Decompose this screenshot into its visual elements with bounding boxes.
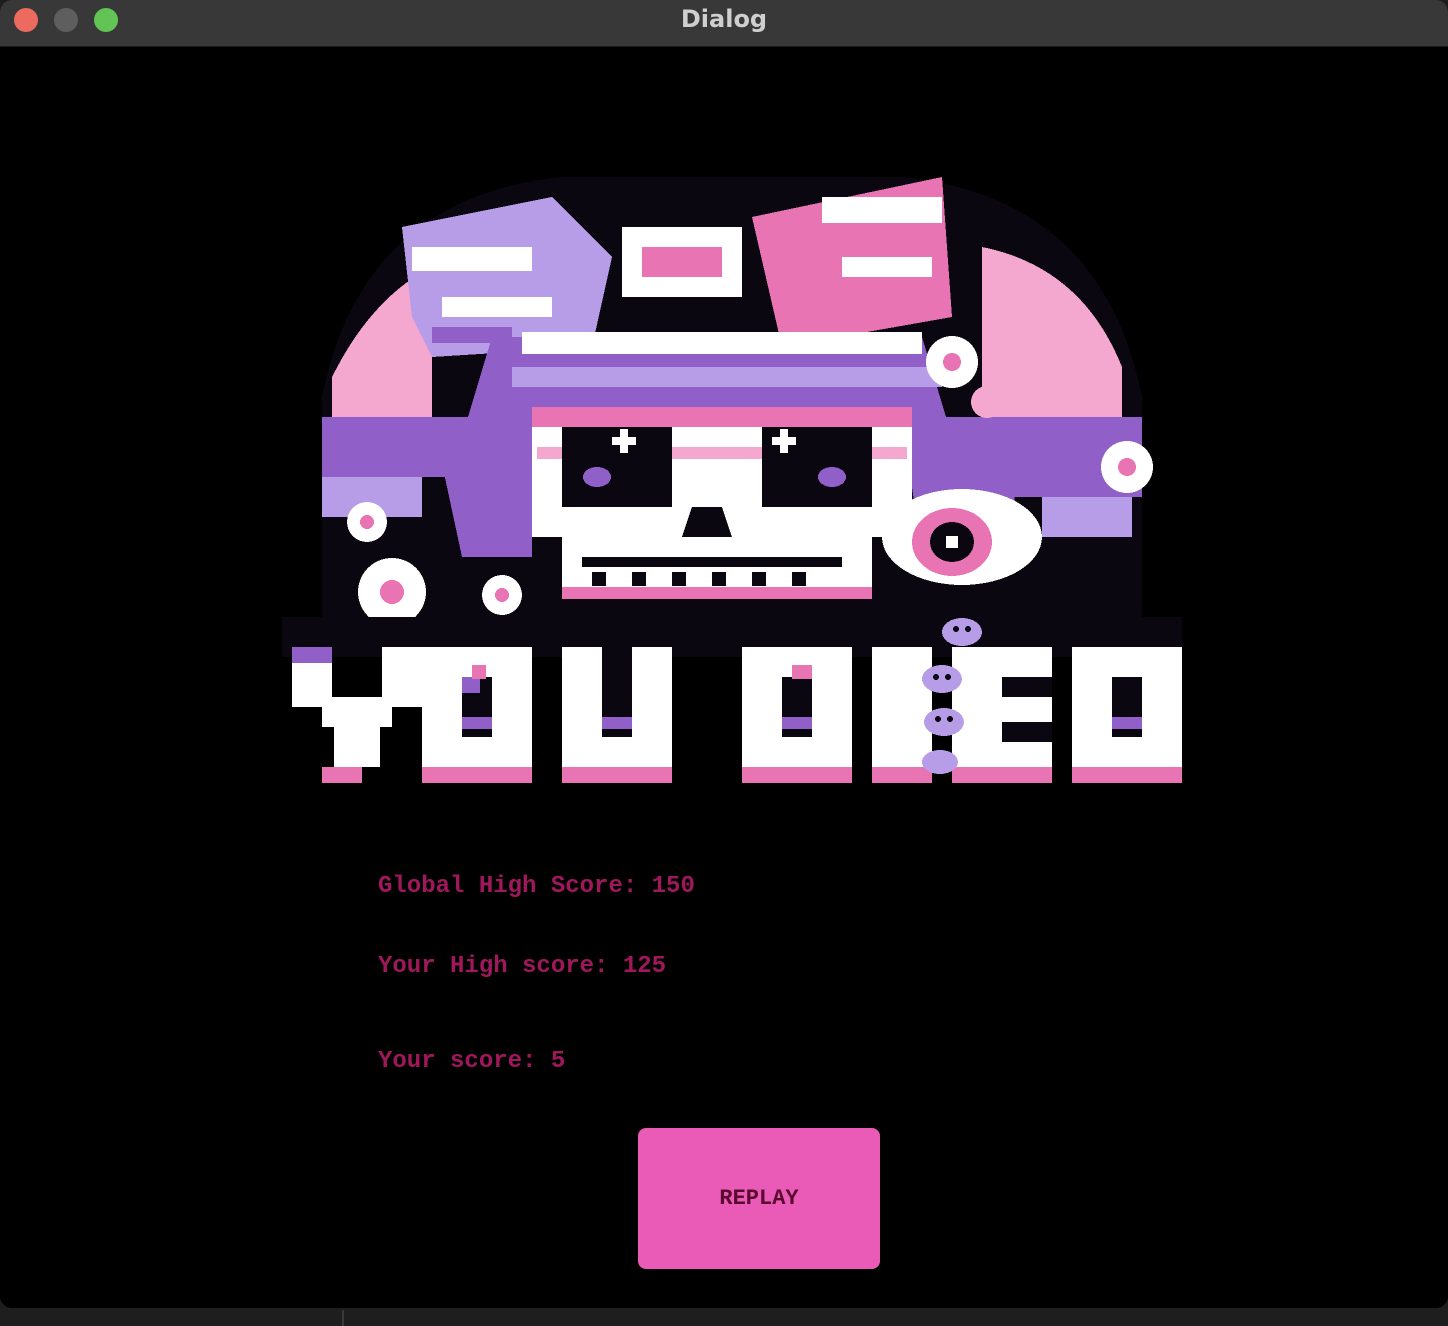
you-died-pixel-art (282, 177, 1182, 783)
your-high-score-label: Your High score: 125 (378, 953, 667, 980)
dialog-content: Global High Score: 150 Your High score: … (0, 47, 1448, 1308)
window-title: Dialog (680, 5, 768, 33)
title-bar: Dialog (0, 0, 1448, 47)
replay-button[interactable]: REPLAY (638, 1128, 880, 1269)
background-divider (342, 1310, 344, 1326)
window-shadow-edge (0, 1308, 1448, 1326)
dialog-window: Dialog Global High Score: 150 Your High … (0, 0, 1448, 1308)
your-score-label: Your score: 5 (378, 1048, 566, 1075)
global-high-score-label: Global High Score: 150 (378, 873, 695, 900)
